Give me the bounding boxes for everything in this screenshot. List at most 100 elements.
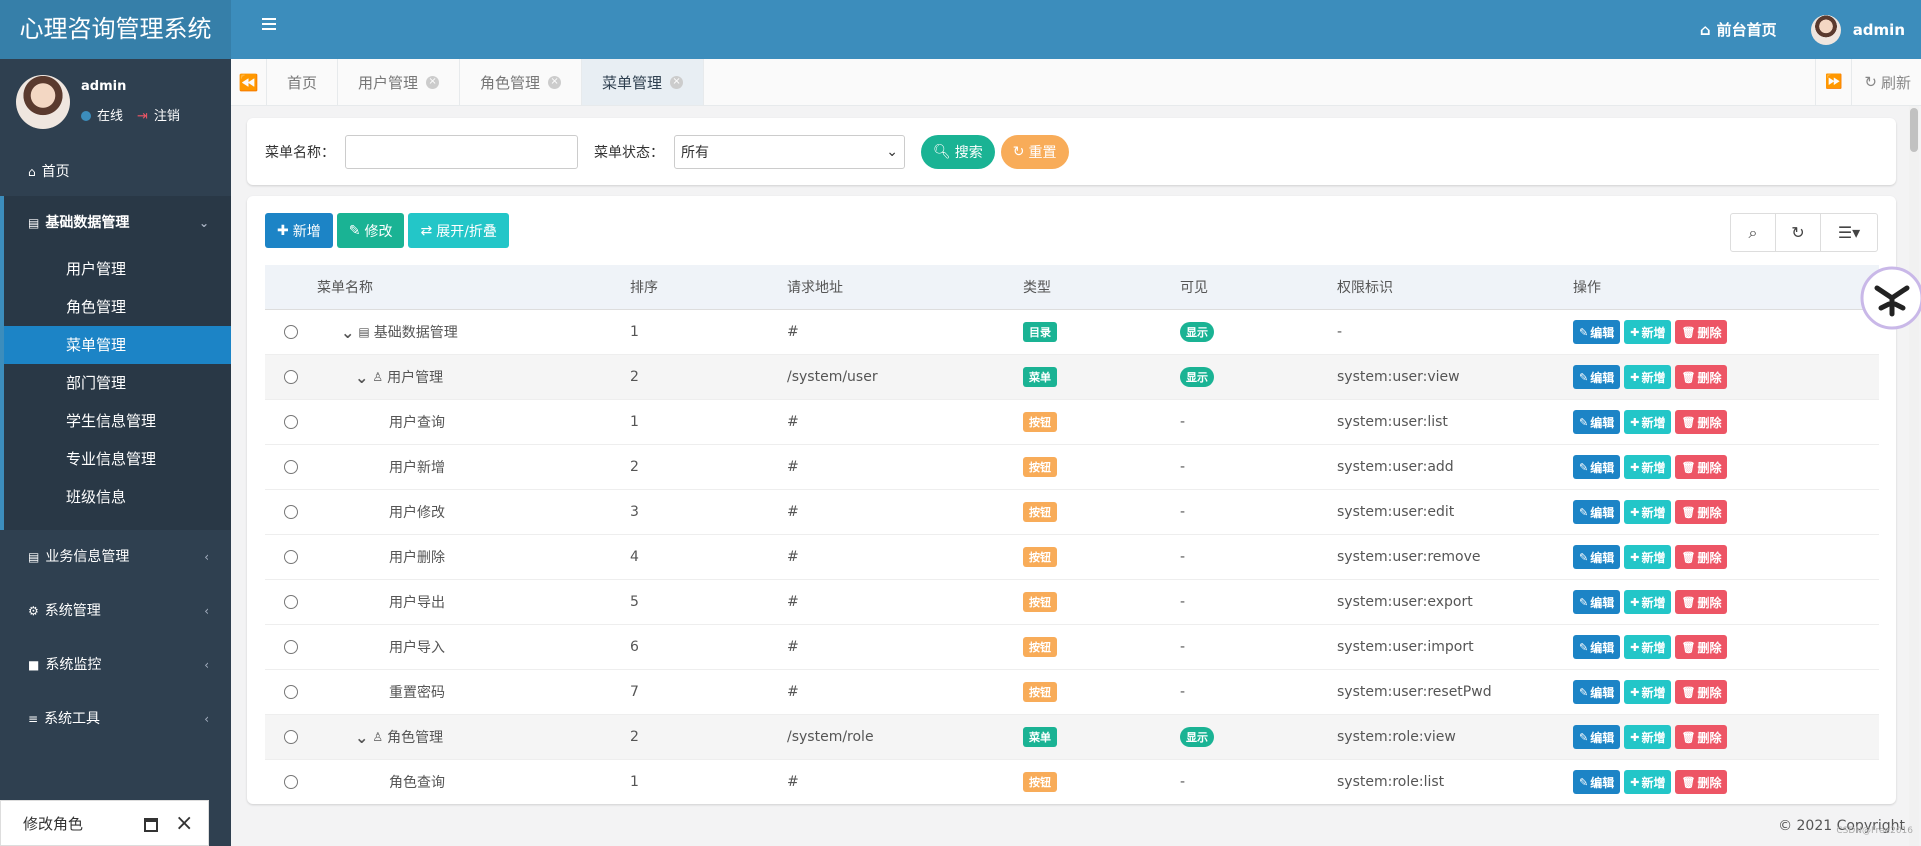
expand-collapse-button[interactable]: ⇄ 展开/折叠 bbox=[408, 213, 509, 248]
delete-row-button[interactable]: 🗑︎ 删除 bbox=[1675, 365, 1728, 389]
add-row-button[interactable]: ✚ 新增 bbox=[1624, 635, 1672, 659]
edit-row-button[interactable]: ✎ 编辑 bbox=[1573, 320, 1621, 344]
sidebar-subitem[interactable]: 角色管理 bbox=[4, 288, 231, 326]
delete-row-button[interactable]: 🗑︎ 删除 bbox=[1675, 770, 1728, 794]
row-radio[interactable] bbox=[284, 730, 298, 744]
delete-row-button[interactable]: 🗑︎ 删除 bbox=[1675, 635, 1728, 659]
delete-row-button[interactable]: 🗑︎ 删除 bbox=[1675, 455, 1728, 479]
sidebar-item-home[interactable]: ⌂ 首页 bbox=[0, 149, 231, 196]
restore-icon[interactable] bbox=[144, 818, 158, 832]
edit-row-button[interactable]: ✎ 编辑 bbox=[1573, 635, 1621, 659]
add-row-button[interactable]: ✚ 新增 bbox=[1624, 500, 1672, 524]
delete-row-button[interactable]: 🗑︎ 删除 bbox=[1675, 725, 1728, 749]
row-radio[interactable] bbox=[284, 460, 298, 474]
row-radio[interactable] bbox=[284, 595, 298, 609]
close-icon[interactable]: × bbox=[426, 75, 440, 89]
tab-scroll-right-icon[interactable]: ⏩ bbox=[1815, 59, 1851, 105]
floating-assistant-icon[interactable] bbox=[1859, 264, 1921, 334]
row-radio[interactable] bbox=[284, 415, 298, 429]
reset-button[interactable]: ↻ 重置 bbox=[1000, 134, 1069, 169]
edit-row-button[interactable]: ✎ 编辑 bbox=[1573, 770, 1621, 794]
columns-icon[interactable]: ☰▾ bbox=[1821, 214, 1877, 251]
row-radio[interactable] bbox=[284, 370, 298, 384]
close-icon[interactable]: × bbox=[670, 75, 684, 89]
sidebar-groups: ▤ 业务信息管理 ‹ ⚙ 系统管理 ‹ ■ 系统监控 ‹ ≡ 系统工具 ‹ bbox=[0, 530, 231, 746]
refresh-button[interactable]: ↻ 刷新 bbox=[1851, 59, 1921, 105]
submenu: 用户管理 角色管理 菜单管理 部门管理 学生信息管理 专业信息管理 班级信息 bbox=[4, 250, 231, 530]
row-radio[interactable] bbox=[284, 685, 298, 699]
visible-cell: - bbox=[1180, 504, 1337, 520]
home-icon: ⌂ bbox=[28, 165, 36, 179]
logout-link[interactable]: ⇥ 注销 bbox=[137, 105, 180, 124]
add-row-button[interactable]: ✚ 新增 bbox=[1624, 545, 1672, 569]
chevron-down-icon[interactable]: ⌄ bbox=[355, 368, 368, 387]
bars-icon: ≡ bbox=[28, 712, 39, 726]
sidebar-subitem[interactable]: 专业信息管理 bbox=[4, 440, 231, 478]
sidebar-subitem[interactable]: 用户管理 bbox=[4, 250, 231, 288]
frontend-home-link[interactable]: ⌂ 前台首页 bbox=[1700, 19, 1777, 40]
row-radio[interactable] bbox=[284, 550, 298, 564]
row-radio[interactable] bbox=[284, 505, 298, 519]
tab-scroll-left-icon[interactable]: ⏪ bbox=[231, 59, 267, 105]
edit-icon: ✎ bbox=[1579, 325, 1589, 339]
search-icon[interactable]: ⌕ bbox=[1731, 214, 1776, 251]
column-header: 可见 bbox=[1180, 280, 1208, 296]
sidebar-group[interactable]: ▤ 业务信息管理 ‹ bbox=[0, 530, 231, 584]
close-icon[interactable]: × bbox=[548, 75, 562, 89]
tab[interactable]: 菜单管理 × bbox=[582, 59, 705, 105]
scrollbar[interactable] bbox=[1909, 106, 1919, 846]
edit-row-button[interactable]: ✎ 编辑 bbox=[1573, 545, 1621, 569]
refresh-icon[interactable]: ↻ bbox=[1776, 214, 1821, 251]
add-row-button[interactable]: ✚ 新增 bbox=[1624, 455, 1672, 479]
user-panel: admin 在线 ⇥ 注销 bbox=[0, 59, 231, 149]
tab[interactable]: 角色管理 × bbox=[460, 59, 583, 105]
tab[interactable]: 用户管理 × bbox=[338, 59, 461, 105]
add-row-button[interactable]: ✚ 新增 bbox=[1624, 680, 1672, 704]
row-radio[interactable] bbox=[284, 325, 298, 339]
sidebar-subitem[interactable]: 菜单管理 bbox=[4, 326, 231, 364]
delete-row-button[interactable]: 🗑︎ 删除 bbox=[1675, 410, 1728, 434]
edit-button[interactable]: ✎ 修改 bbox=[336, 213, 405, 248]
edit-row-button[interactable]: ✎ 编辑 bbox=[1573, 365, 1621, 389]
edit-row-button[interactable]: ✎ 编辑 bbox=[1573, 410, 1621, 434]
menu-name-cell: 用户导出 bbox=[317, 592, 630, 612]
row-radio[interactable] bbox=[284, 640, 298, 654]
search-button[interactable]: 🔍︎ 搜索 bbox=[921, 134, 995, 169]
menu-name-input[interactable] bbox=[345, 134, 578, 169]
delete-row-button[interactable]: 🗑︎ 删除 bbox=[1675, 545, 1728, 569]
edit-row-button[interactable]: ✎ 编辑 bbox=[1573, 455, 1621, 479]
add-button[interactable]: ✚ 新增 bbox=[265, 213, 333, 248]
sidebar-group[interactable]: ■ 系统监控 ‹ bbox=[0, 638, 231, 692]
tab[interactable]: 首页 bbox=[267, 59, 339, 105]
edit-row-button[interactable]: ✎ 编辑 bbox=[1573, 590, 1621, 614]
type-badge: 按钮 bbox=[1023, 682, 1057, 702]
sidebar-group[interactable]: ⚙ 系统管理 ‹ bbox=[0, 584, 231, 638]
menu-status-select[interactable]: 所有 ⌄ bbox=[674, 134, 905, 169]
close-icon[interactable]: × bbox=[175, 811, 193, 836]
visible-cell: - bbox=[1180, 774, 1337, 790]
menu-toggle-icon[interactable] bbox=[262, 18, 276, 30]
edit-row-button[interactable]: ✎ 编辑 bbox=[1573, 680, 1621, 704]
chevron-down-icon[interactable]: ⌄ bbox=[355, 728, 368, 747]
add-row-button[interactable]: ✚ 新增 bbox=[1624, 770, 1672, 794]
add-row-button[interactable]: ✚ 新增 bbox=[1624, 320, 1672, 344]
chevron-down-icon[interactable]: ⌄ bbox=[341, 323, 354, 342]
add-row-button[interactable]: ✚ 新增 bbox=[1624, 590, 1672, 614]
add-row-button[interactable]: ✚ 新增 bbox=[1624, 365, 1672, 389]
minimized-window[interactable]: 修改角色 × bbox=[0, 800, 209, 846]
edit-row-button[interactable]: ✎ 编辑 bbox=[1573, 725, 1621, 749]
sidebar-subitem[interactable]: 学生信息管理 bbox=[4, 402, 231, 440]
add-row-button[interactable]: ✚ 新增 bbox=[1624, 410, 1672, 434]
delete-row-button[interactable]: 🗑︎ 删除 bbox=[1675, 680, 1728, 704]
delete-row-button[interactable]: 🗑︎ 删除 bbox=[1675, 590, 1728, 614]
sidebar-group[interactable]: ≡ 系统工具 ‹ bbox=[0, 692, 231, 746]
delete-row-button[interactable]: 🗑︎ 删除 bbox=[1675, 500, 1728, 524]
sidebar-subitem[interactable]: 部门管理 bbox=[4, 364, 231, 402]
user-menu[interactable]: admin bbox=[1810, 14, 1905, 45]
sidebar-group-basic-data[interactable]: ▤ 基础数据管理 ⌄ bbox=[4, 196, 231, 250]
delete-row-button[interactable]: 🗑︎ 删除 bbox=[1675, 320, 1728, 344]
edit-row-button[interactable]: ✎ 编辑 bbox=[1573, 500, 1621, 524]
row-radio[interactable] bbox=[284, 775, 298, 789]
sidebar-subitem[interactable]: 班级信息 bbox=[4, 478, 231, 516]
add-row-button[interactable]: ✚ 新增 bbox=[1624, 725, 1672, 749]
